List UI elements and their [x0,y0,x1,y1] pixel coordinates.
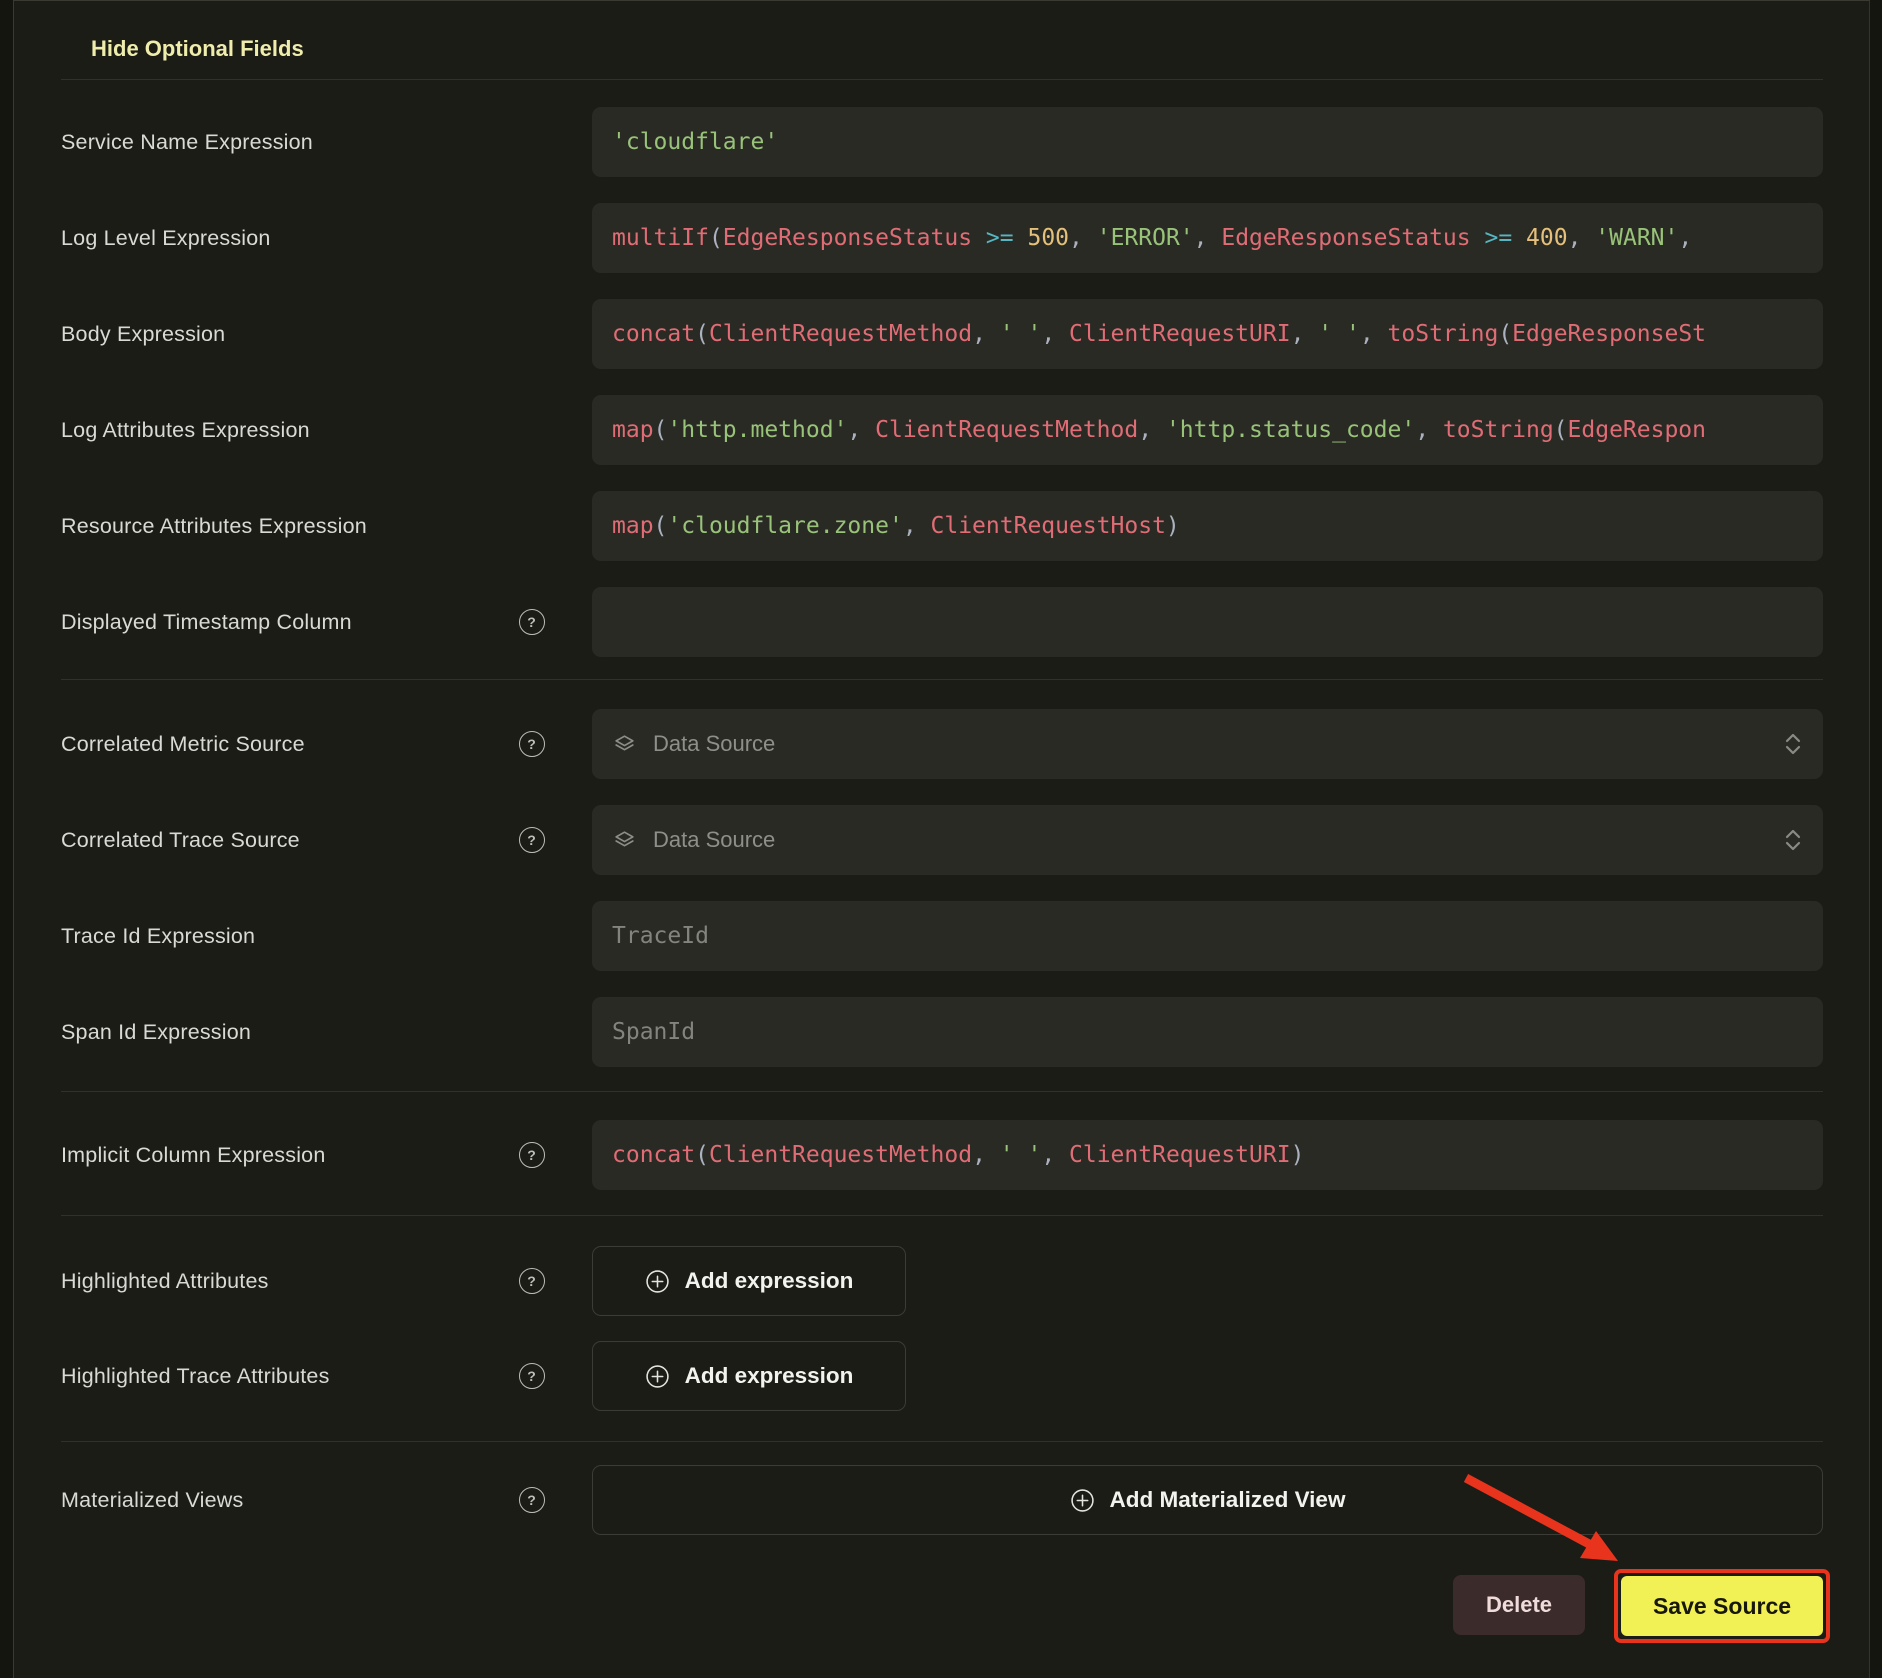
field-label: Log Attributes Expression [61,418,518,443]
field-label: Resource Attributes Expression [61,514,518,539]
field-label: Trace Id Expression [61,924,518,949]
save-source-button[interactable]: Save Source [1621,1576,1823,1636]
field-label: Highlighted Attributes [61,1269,518,1294]
correlated-trace-source-select[interactable]: Data Source [592,805,1823,875]
field-label: Displayed Timestamp Column [61,610,518,635]
layers-icon [612,828,637,853]
help-icon[interactable]: ? [519,1363,545,1389]
select-placeholder: Data Source [653,731,1783,757]
field-label: Service Name Expression [61,130,518,155]
form-row-span-id: Span Id Expression [61,997,1823,1067]
form-row-log-attributes: Log Attributes Expression map('http.meth… [61,395,1823,465]
help-icon[interactable]: ? [519,1142,545,1168]
plus-circle-icon [645,1269,670,1294]
divider [61,679,1823,680]
layers-icon [612,732,637,757]
chevron-updown-icon [1783,827,1803,853]
divider [61,1215,1823,1216]
divider [61,79,1823,80]
span-id-expression-input[interactable] [592,997,1823,1067]
optional-fields-panel: Hide Optional Fields Service Name Expres… [13,0,1870,1678]
form-row-resource-attributes: Resource Attributes Expression map('clou… [61,491,1823,561]
plus-circle-icon [645,1364,670,1389]
add-materialized-view-label: Add Materialized View [1110,1487,1346,1513]
field-label: Log Level Expression [61,226,518,251]
form-row-body: Body Expression concat(ClientRequestMeth… [61,299,1823,369]
resource-attributes-expression-input[interactable]: map('cloudflare.zone', ClientRequestHost… [592,491,1823,561]
field-label: Implicit Column Expression [61,1143,518,1168]
divider [61,1091,1823,1092]
add-expression-button[interactable]: Add expression [592,1341,906,1411]
form-row-service-name: Service Name Expression 'cloudflare' [61,107,1823,177]
trace-id-expression-input[interactable] [592,901,1823,971]
plus-circle-icon [1070,1488,1095,1513]
form-row-highlighted-attributes: Highlighted Attributes ? Add expression [61,1246,1823,1316]
body-expression-input[interactable]: concat(ClientRequestMethod, ' ', ClientR… [592,299,1823,369]
add-expression-label: Add expression [685,1363,854,1389]
chevron-updown-icon [1783,731,1803,757]
source-settings-page: Hide Optional Fields Service Name Expres… [0,0,1882,1678]
field-label: Correlated Trace Source [61,828,518,853]
add-expression-button[interactable]: Add expression [592,1246,906,1316]
help-icon[interactable]: ? [519,609,545,635]
help-icon[interactable]: ? [519,1268,545,1294]
add-materialized-view-button[interactable]: Add Materialized View [592,1465,1823,1535]
hide-optional-fields-link[interactable]: Hide Optional Fields [91,37,304,61]
field-label: Highlighted Trace Attributes [61,1364,518,1389]
delete-button[interactable]: Delete [1453,1575,1585,1635]
form-row-trace-id: Trace Id Expression [61,901,1823,971]
form-row-highlighted-trace-attributes: Highlighted Trace Attributes ? Add expre… [61,1341,1823,1411]
displayed-timestamp-column-input[interactable] [592,587,1823,657]
implicit-column-expression-input[interactable]: concat(ClientRequestMethod, ' ', ClientR… [592,1120,1823,1190]
form-row-materialized-views: Materialized Views ? Add Materialized Vi… [61,1465,1823,1535]
form-row-log-level: Log Level Expression multiIf(EdgeRespons… [61,203,1823,273]
help-icon[interactable]: ? [519,1487,545,1513]
form-actions: Delete Save Source [14,1569,1830,1643]
field-label: Correlated Metric Source [61,732,518,757]
help-icon[interactable]: ? [519,731,545,757]
form-row-displayed-timestamp: Displayed Timestamp Column ? [61,587,1823,657]
select-placeholder: Data Source [653,827,1783,853]
field-label: Body Expression [61,322,518,347]
add-expression-label: Add expression [685,1268,854,1294]
form-row-correlated-metric: Correlated Metric Source ? Data Source [61,709,1823,779]
correlated-metric-source-select[interactable]: Data Source [592,709,1823,779]
help-icon[interactable]: ? [519,827,545,853]
service-name-expression-input[interactable]: 'cloudflare' [592,107,1823,177]
form-row-implicit-column: Implicit Column Expression ? concat(Clie… [61,1120,1823,1190]
log-level-expression-input[interactable]: multiIf(EdgeResponseStatus >= 500, 'ERRO… [592,203,1823,273]
field-label: Materialized Views [61,1488,518,1513]
save-source-highlight-frame: Save Source [1614,1569,1830,1643]
form-row-correlated-trace: Correlated Trace Source ? Data Source [61,805,1823,875]
log-attributes-expression-input[interactable]: map('http.method', ClientRequestMethod, … [592,395,1823,465]
divider [61,1441,1823,1442]
field-label: Span Id Expression [61,1020,518,1045]
